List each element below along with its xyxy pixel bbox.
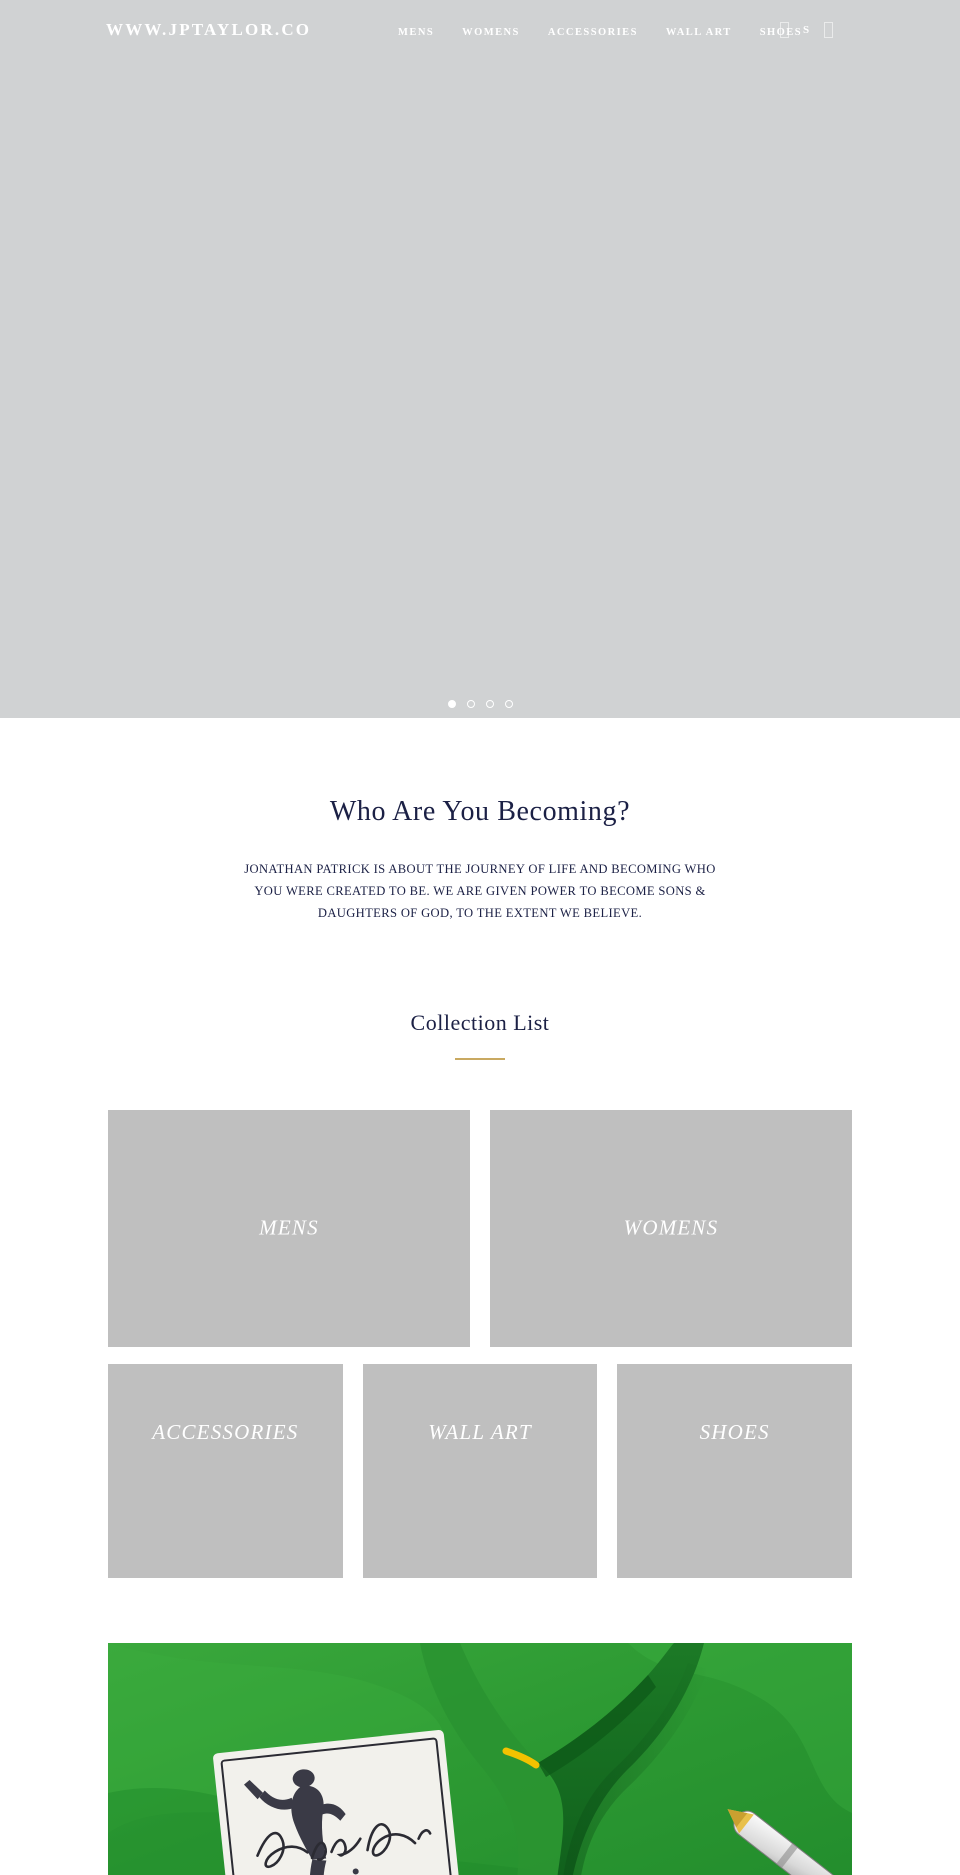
- carousel-dot-1[interactable]: [447, 700, 456, 708]
- collection-card-accessories[interactable]: ACCESSORIES: [108, 1363, 343, 1578]
- cart-icon[interactable]: [823, 22, 833, 38]
- collection-card-label: WALL ART: [428, 1419, 532, 1444]
- nav-item-wall-art[interactable]: WALL ART: [666, 27, 732, 38]
- nav-item-womens[interactable]: WOMENS: [462, 27, 520, 38]
- collection-card-label: WOMENS: [623, 1215, 719, 1240]
- carousel-dot-2[interactable]: [466, 700, 475, 708]
- collection-card-shoes[interactable]: SHOES: [617, 1363, 853, 1578]
- title-divider: [455, 1058, 505, 1060]
- carousel-dot-3[interactable]: [485, 700, 494, 708]
- carousel-dots: [0, 700, 960, 708]
- collection-card-label: SHOES: [699, 1419, 770, 1444]
- collection-card-wall-art[interactable]: WALL ART: [362, 1363, 598, 1578]
- search-icon[interactable]: [780, 22, 789, 38]
- collection-list-section: Collection List MENS WOMENS ACCESSORIES …: [0, 924, 960, 1578]
- header-tools: S: [780, 22, 833, 38]
- intro-title: Who Are You Becoming?: [329, 796, 631, 827]
- collection-card-label: ACCESSORIES: [152, 1419, 299, 1444]
- collection-row-2: ACCESSORIES WALL ART SHOES: [108, 1363, 853, 1578]
- nav-item-mens[interactable]: MENS: [398, 27, 434, 38]
- site-header: WWW.JPTAYLOR.CO MENS WOMENS ACCESSORIES …: [0, 0, 960, 66]
- collection-grid: MENS WOMENS ACCESSORIES WALL ART SHOES: [108, 1109, 853, 1578]
- collection-card-womens[interactable]: WOMENS: [490, 1109, 852, 1347]
- collection-row-1: MENS WOMENS: [108, 1109, 852, 1347]
- intro-section: Who Are You Becoming? JONATHAN PATRICK I…: [0, 718, 960, 924]
- collection-list-title: Collection List: [410, 1010, 550, 1035]
- nav-item-accessories[interactable]: ACCESSORIES: [548, 27, 638, 38]
- carousel-dot-4[interactable]: [504, 700, 513, 708]
- site-logo[interactable]: WWW.JPTAYLOR.CO: [106, 20, 311, 40]
- hero-slideshow[interactable]: WWW.JPTAYLOR.CO MENS WOMENS ACCESSORIES …: [0, 0, 960, 718]
- intro-body: JONATHAN PATRICK IS ABOUT THE JOURNEY OF…: [244, 862, 716, 920]
- homepage: WWW.JPTAYLOR.CO MENS WOMENS ACCESSORIES …: [0, 0, 960, 1875]
- collection-card-label: MENS: [259, 1215, 319, 1240]
- collection-card-mens[interactable]: MENS: [108, 1109, 470, 1347]
- currency-selector[interactable]: S: [803, 24, 810, 36]
- main-navigation: MENS WOMENS ACCESSORIES WALL ART SHOES: [398, 27, 802, 38]
- feature-image: [108, 1642, 852, 1875]
